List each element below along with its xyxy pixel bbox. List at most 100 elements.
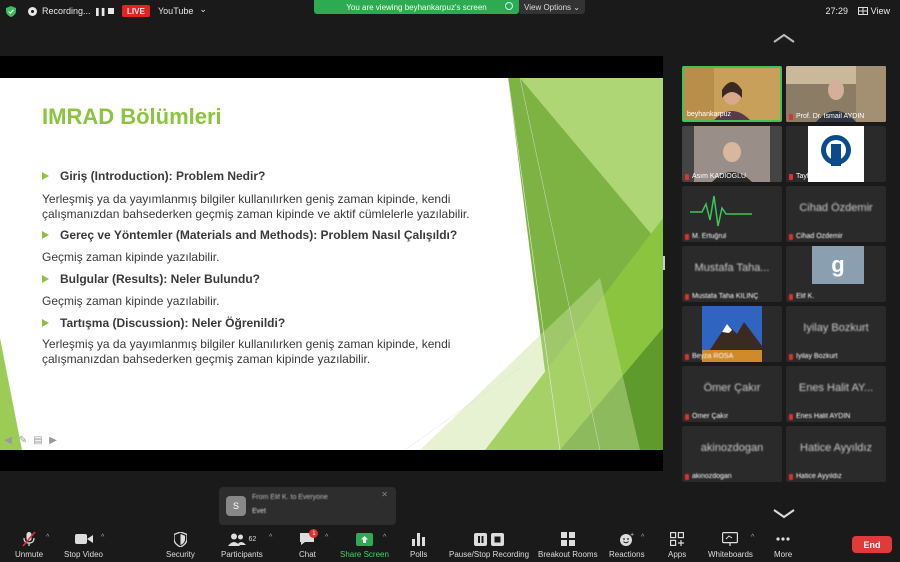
chevron-up-icon[interactable]: ^ xyxy=(46,534,49,541)
security-shield-icon[interactable] xyxy=(6,0,16,22)
chevron-up-icon[interactable]: ^ xyxy=(101,534,104,541)
chat-unread-badge: 1 xyxy=(309,529,319,538)
chevron-up-icon[interactable]: ^ xyxy=(325,534,328,541)
participants-button[interactable]: 62 Participants xyxy=(221,530,263,559)
gallery-prev-arrow-icon[interactable] xyxy=(773,30,795,48)
participant-tile[interactable]: akinozdogan akinozdogan xyxy=(682,426,782,482)
recording-indicator[interactable]: Recording... xyxy=(28,0,91,22)
livestream-label: YouTube xyxy=(158,6,194,16)
reactions-button[interactable]: + Reactions xyxy=(609,530,645,560)
slide-title: IMRAD Bölümleri xyxy=(42,104,222,129)
participant-name: Enes Halit AYDIN xyxy=(789,413,850,420)
whiteboards-label: Whiteboards xyxy=(708,550,753,559)
muted-mic-icon xyxy=(789,173,793,180)
view-button[interactable]: View xyxy=(857,0,890,22)
polls-button[interactable]: Polls xyxy=(410,530,427,559)
participant-tile[interactable]: Ömer Çakır Ömer Çakır xyxy=(682,366,782,422)
arrow-left-icon[interactable]: ◀ xyxy=(2,435,14,446)
chat-message: Evet xyxy=(252,508,267,515)
breakout-rooms-button[interactable]: Breakout Rooms xyxy=(538,530,598,559)
chat-sender-avatar: S xyxy=(226,496,246,516)
participant-avatar: g xyxy=(812,246,864,284)
participants-label: Participants xyxy=(221,550,263,559)
apps-label: Apps xyxy=(668,550,687,559)
muted-mic-icon xyxy=(685,473,689,480)
view-options-button[interactable]: View Options ⌄ xyxy=(519,0,585,14)
participant-tile[interactable]: Iyilay Bozkurt Iyilay Bozkurt xyxy=(786,306,886,362)
meeting-top-bar: Recording... ❚❚ LIVE YouTube ⌄ You are v… xyxy=(0,0,900,22)
smiley-icon: + xyxy=(620,532,634,546)
chevron-up-icon[interactable]: ^ xyxy=(641,534,644,541)
share-screen-button[interactable]: Share Screen xyxy=(340,530,389,559)
breakout-rooms-label: Breakout Rooms xyxy=(538,550,598,559)
unmute-button[interactable]: Unmute xyxy=(15,530,43,559)
participant-tile[interactable]: g Elif K. xyxy=(786,246,886,302)
close-icon[interactable]: ✕ xyxy=(381,490,388,499)
bullet-triangle-icon xyxy=(42,275,49,283)
participant-display-name: Mustafa Taha... xyxy=(694,262,770,274)
muted-mic-icon xyxy=(685,233,689,240)
participant-tile[interactable]: Cihad Özdemir Cihad Özdemir xyxy=(786,186,886,242)
chat-notification[interactable]: S From Elif K. to Everyone Evet ✕ xyxy=(219,487,396,525)
chat-button[interactable]: 1 Chat xyxy=(299,529,319,559)
participant-display-name: Cihad Özdemir xyxy=(799,202,873,214)
chevron-up-icon[interactable]: ^ xyxy=(751,534,754,541)
section-heading: Giriş (Introduction): Problem Nedir? xyxy=(42,169,265,183)
pause-recording-icon[interactable]: ❚❚ xyxy=(94,0,106,22)
participant-tile[interactable]: M. Ertuğrul xyxy=(682,186,782,242)
pen-icon[interactable]: ✎ xyxy=(17,435,29,446)
participant-tile[interactable]: Asım KADIOGLU xyxy=(682,126,782,182)
participant-name: Asım KADIOGLU xyxy=(685,173,746,180)
security-button[interactable]: Security xyxy=(166,530,195,559)
live-badge[interactable]: LIVE xyxy=(122,5,150,17)
section-heading-text: Bulgular (Results): Neler Bulundu? xyxy=(60,272,261,286)
chat-label: Chat xyxy=(299,550,316,559)
participant-display-name: akinozdogan xyxy=(700,442,764,454)
participant-tile[interactable]: Hatice Ayyıldız Hatice Ayyıldız xyxy=(786,426,886,482)
chevron-up-icon[interactable]: ^ xyxy=(383,534,386,541)
whiteboards-button[interactable]: Whiteboards xyxy=(708,530,753,559)
menu-icon[interactable]: ▤ xyxy=(32,435,44,446)
chevron-down-icon: ⌄ xyxy=(199,3,207,14)
muted-mic-icon xyxy=(685,413,689,420)
participant-name: M. Ertuğrul xyxy=(685,233,726,240)
participant-tile[interactable]: Enes Halit AY... Enes Halit AYDIN xyxy=(786,366,886,422)
participant-tile[interactable]: Tayfun DEDE xyxy=(786,126,886,182)
arrow-right-icon[interactable]: ▶ xyxy=(47,435,59,446)
end-meeting-button[interactable]: End xyxy=(852,536,892,553)
chevron-up-icon[interactable]: ^ xyxy=(269,534,272,541)
pause-stop-recording-button[interactable]: Pause/Stop Recording xyxy=(449,530,529,559)
whiteboard-icon xyxy=(722,532,739,546)
svg-text:+: + xyxy=(630,532,634,538)
participant-tile[interactable]: Prof. Dr. Ismail AYDIN xyxy=(786,66,886,122)
screen-share-banner: You are viewing beyhankarpuz's screen xyxy=(314,0,519,14)
share-status-icon xyxy=(505,2,513,10)
gallery-next-arrow-icon[interactable] xyxy=(773,506,795,524)
bullet-triangle-icon xyxy=(42,172,49,180)
muted-mic-icon xyxy=(789,413,793,420)
participant-name: Mustafa Taha KILINÇ xyxy=(685,293,758,300)
participant-name: beyhankarpuz xyxy=(687,111,731,118)
bullet-triangle-icon xyxy=(42,319,49,327)
participant-name: Cihad Özdemir xyxy=(789,233,843,240)
participant-name: Tayfun DEDE xyxy=(789,173,838,180)
pause-stop-icon xyxy=(474,532,505,546)
participant-tile[interactable]: beyhankarpuz xyxy=(682,66,782,122)
section-body: Geçmiş zaman kipinde yazılabilir. xyxy=(42,294,220,308)
participant-tile[interactable]: Mustafa Taha... Mustafa Taha KILINÇ xyxy=(682,246,782,302)
panel-resize-handle[interactable] xyxy=(663,256,665,270)
stop-video-button[interactable]: Stop Video xyxy=(64,530,103,559)
livestream-dropdown[interactable]: YouTube ⌄ xyxy=(158,0,207,22)
screen-share-text: You are viewing beyhankarpuz's screen xyxy=(346,2,487,12)
stop-recording-icon[interactable] xyxy=(108,0,114,22)
participant-name: akinozdogan xyxy=(685,473,732,480)
muted-mic-icon xyxy=(789,293,793,300)
apps-button[interactable]: Apps xyxy=(668,530,686,559)
participant-tile[interactable]: Beyza ROSA xyxy=(682,306,782,362)
meeting-timer: 27:29 xyxy=(825,6,848,16)
pause-stop-recording-label: Pause/Stop Recording xyxy=(449,550,530,559)
muted-mic-icon xyxy=(685,353,689,360)
section-heading-text: Giriş (Introduction): Problem Nedir? xyxy=(60,169,266,183)
more-button[interactable]: More xyxy=(774,530,792,559)
grid-view-icon xyxy=(857,7,868,15)
